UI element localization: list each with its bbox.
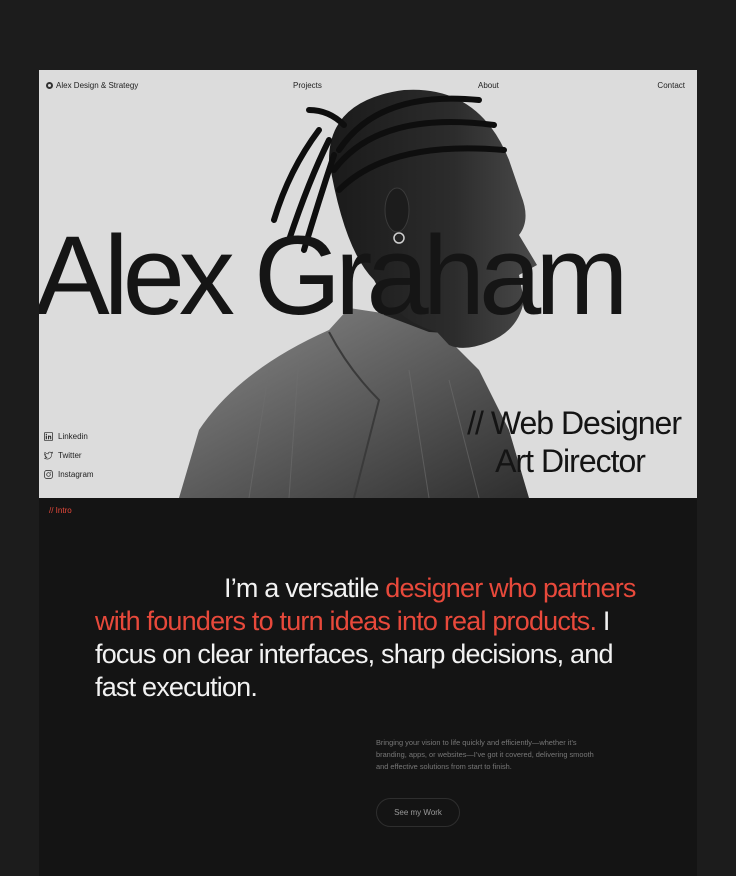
intro-subtext: Bringing your vision to life quickly and… <box>376 738 594 771</box>
nav-about-link[interactable]: About <box>478 81 499 90</box>
social-twitter-link[interactable]: Twitter <box>44 446 94 465</box>
hero-name-heading: Alex Graham <box>39 213 629 338</box>
brand-logo-icon <box>46 82 53 89</box>
social-links: Linkedin Twitter Instagram <box>44 427 94 484</box>
brand-link[interactable]: Alex Design & Strategy <box>46 81 138 90</box>
twitter-icon <box>44 451 53 460</box>
intro-statement: I’m a versatile designer who partners wi… <box>95 572 655 704</box>
see-my-work-button[interactable]: See my Work <box>376 798 460 827</box>
hero-section: Alex Design & Strategy Projects About Co… <box>39 70 697 498</box>
intro-tag: // Intro <box>49 506 72 515</box>
page-frame: Alex Design & Strategy Projects About Co… <box>39 70 697 876</box>
role-art-director: Art Director <box>495 443 646 479</box>
nav-contact-link[interactable]: Contact <box>657 81 685 90</box>
top-nav: Alex Design & Strategy Projects About Co… <box>39 70 697 102</box>
role-web-designer: // Web Designer <box>467 405 682 441</box>
instagram-icon <box>44 470 53 479</box>
social-linkedin-link[interactable]: Linkedin <box>44 427 94 446</box>
social-label: Twitter <box>58 451 82 460</box>
social-label: Linkedin <box>58 432 88 441</box>
intro-section: // Intro I’m a versatile designer who pa… <box>39 498 697 876</box>
social-instagram-link[interactable]: Instagram <box>44 465 94 484</box>
brand-label: Alex Design & Strategy <box>56 81 139 90</box>
hero-roles: // Web Designer Art Director <box>467 404 682 480</box>
linkedin-icon <box>44 432 53 441</box>
social-label: Instagram <box>58 470 94 479</box>
statement-part1: I’m a versatile <box>224 573 386 603</box>
nav-projects-link[interactable]: Projects <box>293 81 322 90</box>
